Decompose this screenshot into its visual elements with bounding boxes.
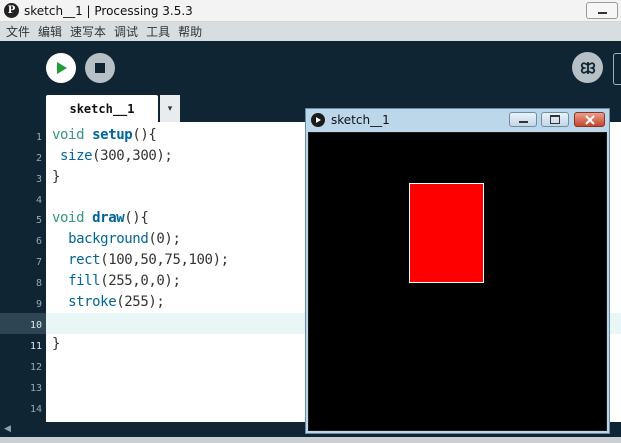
code-line-3: } [52, 169, 61, 185]
sketch-close-button[interactable] [574, 112, 605, 127]
line-number: 11 [29, 341, 42, 352]
line-number: 1 [35, 132, 42, 143]
function-call: rect [68, 252, 101, 268]
code-line-7: rect(100,50,75,100); [52, 250, 229, 271]
code-text: (){ [124, 210, 149, 226]
line-number: 9 [35, 299, 42, 310]
line-number: 4 [35, 195, 42, 206]
tab-menu-button[interactable]: ▾ [160, 95, 180, 122]
code-line-5: void draw(){ [52, 208, 149, 229]
code-text: (100,50,75,100); [100, 252, 229, 268]
mode-selector[interactable] [613, 53, 621, 85]
sketch-canvas[interactable] [308, 132, 607, 431]
close-icon [584, 114, 595, 125]
line-number: 2 [35, 153, 42, 164]
sketch-window-title: sketch__1 [331, 113, 390, 127]
processing-logo-icon: P [4, 3, 19, 18]
line-number: 14 [29, 404, 42, 415]
horizontal-scrollbar[interactable] [0, 437, 621, 443]
line-number: 6 [35, 236, 42, 247]
sketch-maximize-button[interactable] [541, 112, 569, 127]
code-text: (255); [116, 294, 165, 310]
code-text: (0); [148, 231, 181, 247]
window-title: sketch__1 | Processing 3.5.3 [24, 3, 193, 18]
menu-bar: 文件 编辑 速写本 调试 工具 帮助 [0, 22, 621, 41]
menu-file[interactable]: 文件 [6, 23, 30, 40]
restore-icon [550, 115, 560, 124]
code-line-1: void setup(){ [52, 125, 157, 146]
stop-button[interactable] [85, 53, 115, 83]
line-number: 5 [35, 215, 42, 226]
menu-tools[interactable]: 工具 [146, 23, 170, 40]
scroll-left-icon[interactable]: ◀ [4, 424, 11, 434]
processing-play-icon [311, 113, 325, 127]
line-number: 7 [35, 257, 42, 268]
play-icon [57, 62, 67, 74]
line-number: 13 [29, 383, 42, 394]
code-line-11: } [52, 336, 61, 352]
dropdown-arrow-icon: ▾ [167, 103, 173, 114]
keyword: void [52, 210, 93, 226]
line-number: 10 [29, 320, 42, 331]
menu-sketch[interactable]: 速写本 [70, 23, 106, 40]
stop-icon [95, 63, 105, 73]
line-number: 12 [29, 362, 42, 373]
line-number: 3 [35, 174, 42, 185]
debugger-button[interactable] [572, 52, 603, 83]
run-button[interactable] [46, 53, 76, 83]
function-call: size [60, 148, 93, 164]
line-number: 8 [35, 278, 42, 289]
menu-debug[interactable]: 调试 [114, 23, 138, 40]
code-text: (255,0,0); [100, 273, 181, 289]
function-call: fill [68, 273, 101, 289]
function-call: stroke [68, 294, 117, 310]
menu-help[interactable]: 帮助 [178, 23, 202, 40]
minimize-icon [518, 120, 528, 123]
code-text: (300,300); [92, 148, 173, 164]
title-bar: P sketch__1 | Processing 3.5.3 [0, 0, 621, 22]
keyword: void [52, 127, 93, 143]
code-text: (){ [132, 127, 157, 143]
red-rectangle [409, 183, 484, 283]
minimize-icon [597, 11, 607, 14]
tab-sketch[interactable]: sketch__1 [46, 95, 158, 122]
function-name: setup [92, 127, 133, 143]
function-name: draw [92, 210, 125, 226]
butterfly-icon [580, 61, 595, 74]
sketch-minimize-button[interactable] [509, 112, 537, 127]
function-call: background [68, 231, 149, 247]
menu-edit[interactable]: 编辑 [38, 23, 62, 40]
code-line-9: stroke(255); [52, 292, 165, 313]
code-line-6: background(0); [52, 229, 181, 250]
code-line-2: size(300,300); [52, 146, 173, 167]
toolbar [0, 41, 621, 95]
sketch-window: sketch__1 [305, 108, 610, 434]
code-line-8: fill(255,0,0); [52, 271, 181, 292]
sketch-title-bar[interactable]: sketch__1 [306, 109, 609, 131]
minimize-button[interactable] [586, 2, 618, 19]
